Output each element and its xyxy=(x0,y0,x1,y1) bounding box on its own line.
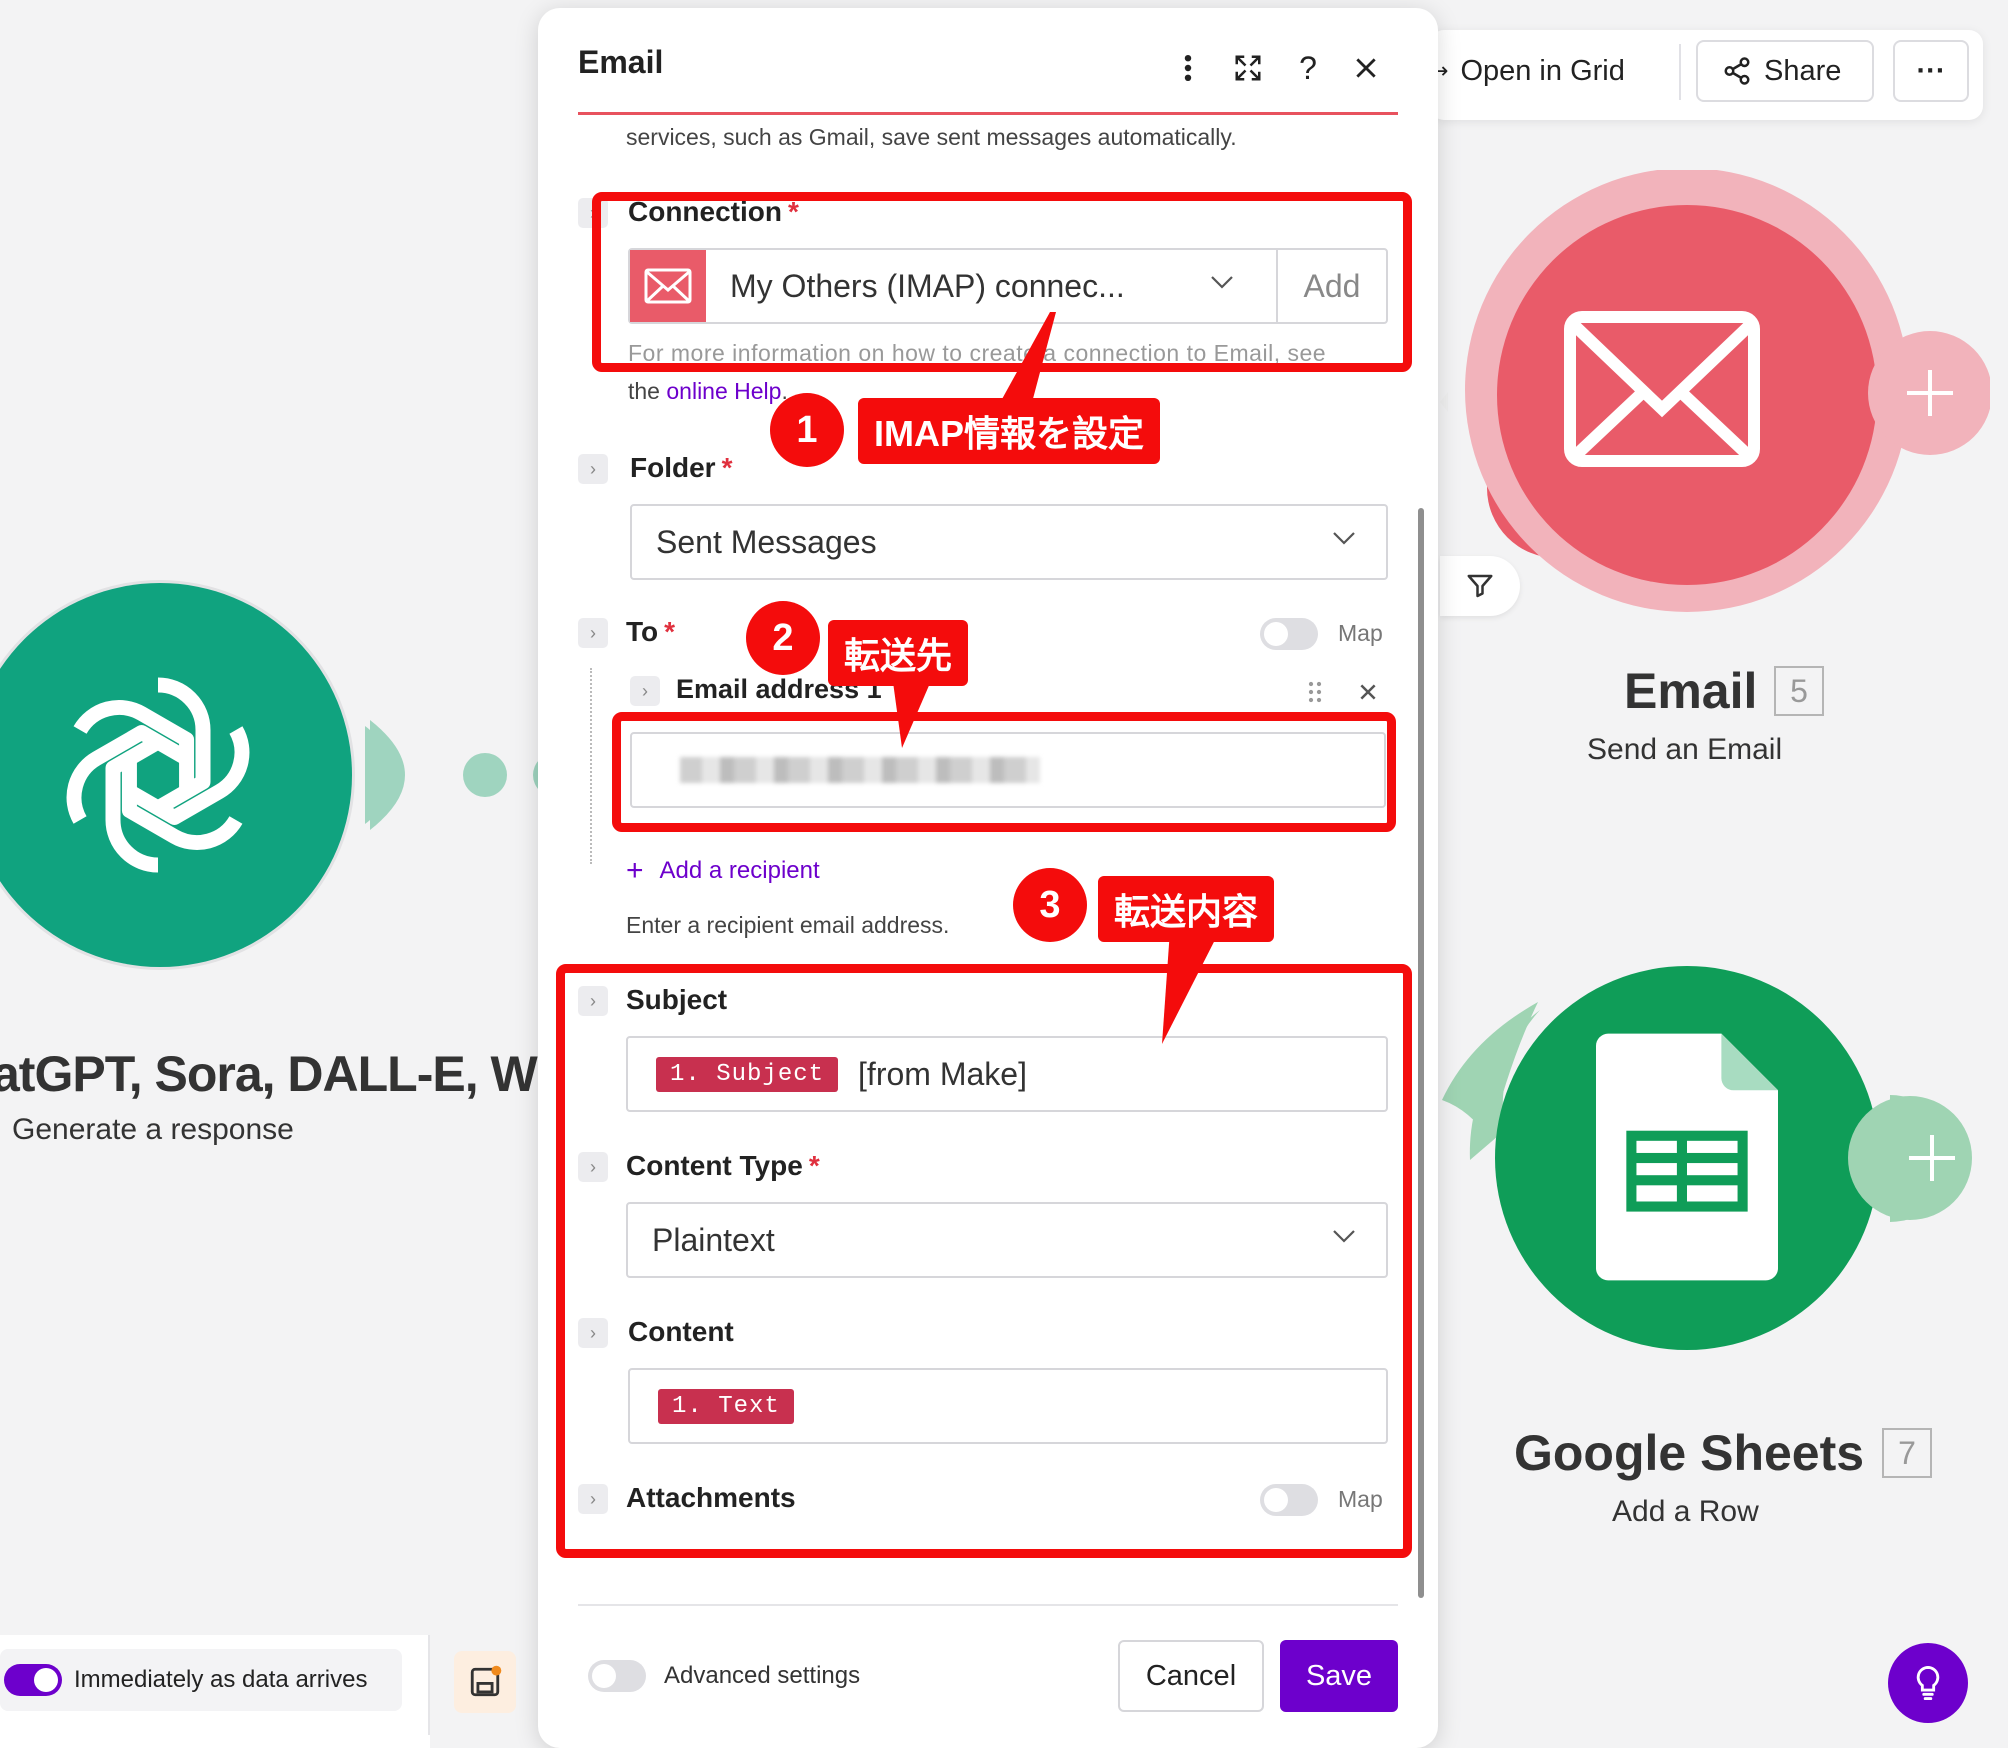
plus-icon: + xyxy=(626,854,644,887)
chevron-right-icon: › xyxy=(590,622,596,643)
toolbar-divider xyxy=(1679,44,1681,100)
online-help-link[interactable]: online Help xyxy=(666,378,781,404)
open-in-grid-label: Open in Grid xyxy=(1460,54,1625,87)
question-icon: ? xyxy=(1299,49,1317,86)
chevron-down-icon xyxy=(1333,532,1355,545)
save-button[interactable]: Save xyxy=(1280,1640,1398,1712)
more-icon: ··· xyxy=(1916,54,1946,87)
filter-button[interactable] xyxy=(1440,556,1520,616)
share-icon xyxy=(1724,57,1750,85)
to-help-text: Enter a recipient email address. xyxy=(626,912,950,938)
chevron-right-icon: › xyxy=(642,680,648,701)
expand-icon xyxy=(1235,55,1261,81)
folder-expand[interactable]: › xyxy=(578,454,608,484)
annotation-label-1: IMAP情報を設定 xyxy=(858,398,1161,464)
annotation-number-3: 3 xyxy=(1013,868,1087,942)
envelope-icon xyxy=(1564,311,1760,467)
save-scenario-button[interactable] xyxy=(454,1651,516,1713)
header-divider xyxy=(578,112,1398,115)
add-recipient-button[interactable]: + Add a recipient xyxy=(626,854,820,888)
remove-recipient-button[interactable] xyxy=(1358,682,1378,707)
annotation-label-2: 転送先 xyxy=(828,620,969,686)
annotation-box-recipient xyxy=(612,712,1396,832)
close-button[interactable] xyxy=(1346,48,1386,88)
google-sheets-module-subtitle: Add a Row xyxy=(1612,1495,1759,1528)
annotation-number-1: 1 xyxy=(770,393,844,467)
folder-label: Folder * xyxy=(630,452,733,483)
share-button[interactable]: Share xyxy=(1696,40,1874,102)
scenario-toolbar: ↪ Open in Grid Share ··· xyxy=(1424,30,1983,120)
to-label: To * xyxy=(626,616,676,647)
advanced-settings-toggle[interactable] xyxy=(588,1660,646,1692)
connection-help: the online Help. xyxy=(628,378,788,404)
schedule-control[interactable]: Immediately as data arrives xyxy=(0,1649,402,1711)
to-tree-line xyxy=(590,668,592,864)
dialog-title: Email xyxy=(578,44,664,80)
folder-value: Sent Messages xyxy=(656,523,877,560)
lightbulb-icon xyxy=(1916,1665,1940,1701)
schedule-toggle[interactable] xyxy=(4,1664,62,1696)
scenario-controls: Immediately as data arrives xyxy=(0,1635,430,1748)
controls-divider xyxy=(428,1635,430,1735)
annotation-box-content xyxy=(556,964,1412,1558)
advanced-settings-label: Advanced settings xyxy=(664,1662,861,1689)
add-recipient-label: Add a recipient xyxy=(659,857,820,884)
to-map-toggle[interactable] xyxy=(1260,618,1318,650)
to-map-label: Map xyxy=(1338,620,1383,646)
share-label: Share xyxy=(1764,54,1842,87)
dialog-scrollbar[interactable] xyxy=(1418,508,1424,1598)
filter-icon xyxy=(1467,574,1493,598)
annotation-pointer-3 xyxy=(1162,930,1220,1044)
annotation-number-2: 2 xyxy=(746,601,820,675)
cancel-button[interactable]: Cancel xyxy=(1118,1640,1264,1712)
open-in-grid-button[interactable]: ↪ Open in Grid xyxy=(1424,40,1664,102)
more-menu-button[interactable]: ··· xyxy=(1893,40,1969,102)
floppy-icon xyxy=(470,1665,502,1697)
close-icon xyxy=(1360,684,1376,700)
expand-button[interactable] xyxy=(1228,48,1268,88)
intro-help-text: services, such as Gmail, save sent messa… xyxy=(626,124,1237,150)
email-module-subtitle: Send an Email xyxy=(1587,733,1783,766)
to-expand[interactable]: › xyxy=(578,618,608,648)
email-module-title: Email xyxy=(1624,663,1758,719)
openai-module-subtitle: Generate a response xyxy=(12,1113,294,1146)
close-icon xyxy=(1356,58,1376,78)
email-address-expand[interactable]: › xyxy=(630,676,660,706)
schedule-label: Immediately as data arrives xyxy=(74,1666,368,1693)
kebab-icon xyxy=(1184,54,1192,82)
chevron-right-icon: › xyxy=(590,458,596,479)
footer-divider xyxy=(578,1604,1398,1606)
folder-select[interactable]: Sent Messages xyxy=(630,504,1388,580)
email-module-badge: 5 xyxy=(1774,666,1824,716)
google-sheets-module-title: Google Sheets xyxy=(1514,1425,1865,1481)
spreadsheet-icon xyxy=(1596,1033,1778,1281)
drag-handle-icon[interactable] xyxy=(1306,680,1324,709)
help-button[interactable] xyxy=(1888,1643,1968,1723)
kebab-menu-button[interactable] xyxy=(1168,48,1208,88)
annotation-label-3: 転送内容 xyxy=(1098,876,1275,942)
openai-logo-icon xyxy=(66,677,250,873)
google-sheets-module-badge: 7 xyxy=(1882,1428,1932,1478)
help-question-button[interactable]: ? xyxy=(1288,48,1328,88)
